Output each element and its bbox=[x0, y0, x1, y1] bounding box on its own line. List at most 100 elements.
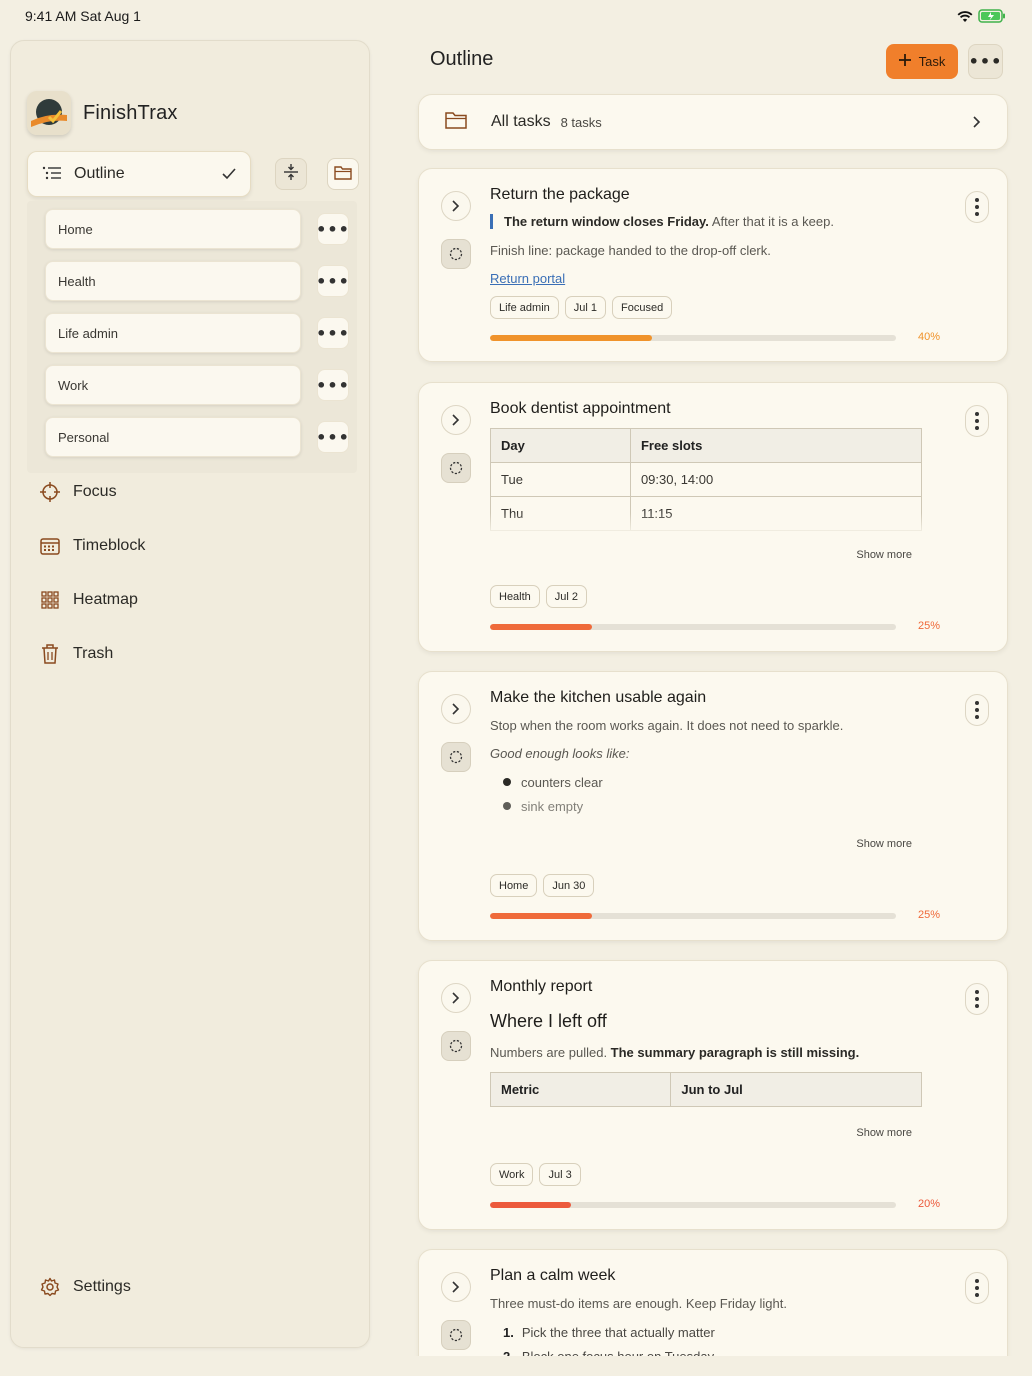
show-more-button[interactable]: Show more bbox=[856, 1127, 912, 1139]
tag-list: Home Jun 30 bbox=[490, 874, 595, 897]
tag[interactable]: Jul 2 bbox=[545, 585, 588, 608]
list-icon bbox=[42, 165, 62, 184]
task-text: Numbers are pulled. The summary paragrap… bbox=[490, 1045, 859, 1060]
status-toggle-button[interactable] bbox=[441, 239, 471, 269]
task-card[interactable]: Monthly report Where I left off Numbers … bbox=[418, 960, 1008, 1230]
task-title: Make the kitchen usable again bbox=[490, 689, 707, 706]
collapse-button[interactable] bbox=[275, 158, 307, 190]
show-more-button[interactable]: Show more bbox=[856, 838, 912, 850]
list-item-text: counters clear bbox=[521, 774, 603, 790]
more-options-button[interactable]: ••• bbox=[968, 44, 1003, 79]
project-more-button[interactable]: ••• bbox=[316, 317, 349, 349]
project-item-life-admin[interactable]: Life admin bbox=[45, 313, 301, 353]
outline-nav-item[interactable]: Outline bbox=[27, 151, 251, 197]
table-header: Day bbox=[490, 428, 631, 463]
crosshair-icon bbox=[39, 481, 61, 503]
add-task-button[interactable]: Task bbox=[886, 44, 958, 79]
dashed-circle-icon bbox=[449, 750, 463, 764]
page-title: Outline bbox=[430, 48, 494, 70]
task-count: 8 tasks bbox=[560, 114, 602, 130]
project-item-home[interactable]: Home bbox=[45, 209, 301, 249]
task-menu-button[interactable] bbox=[965, 1272, 989, 1304]
text-bold: The summary paragraph is still missing. bbox=[610, 1045, 860, 1060]
bullet-icon bbox=[503, 802, 511, 810]
tag-list: Life admin Jul 1 Focused bbox=[490, 296, 673, 319]
progress-bar bbox=[490, 335, 896, 341]
nav-item-heatmap[interactable]: Heatmap bbox=[39, 589, 138, 611]
nav-item-trash[interactable]: Trash bbox=[39, 643, 113, 665]
task-card[interactable]: Make the kitchen usable again Stop when … bbox=[418, 671, 1008, 941]
show-more-button[interactable]: Show more bbox=[856, 549, 912, 561]
progress-label: 40% bbox=[917, 331, 940, 343]
collapse-icon bbox=[282, 163, 300, 185]
project-label: Health bbox=[58, 273, 96, 289]
expand-button[interactable] bbox=[441, 191, 471, 221]
task-card[interactable]: Book dentist appointment Day Free slots T… bbox=[418, 382, 1008, 652]
all-tasks-row[interactable]: All tasks 8 tasks bbox=[418, 94, 1008, 150]
list-item: sink empty bbox=[503, 794, 603, 818]
nav-label: Timeblock bbox=[73, 537, 146, 554]
task-card[interactable]: Return the package The return window clo… bbox=[418, 168, 1008, 362]
expand-button[interactable] bbox=[441, 983, 471, 1013]
bullet-list: counters clear sink empty bbox=[503, 770, 603, 818]
list-item-text: sink empty bbox=[521, 798, 584, 814]
nav-item-focus[interactable]: Focus bbox=[39, 481, 117, 503]
task-menu-button[interactable] bbox=[965, 694, 989, 726]
tag[interactable]: Life admin bbox=[490, 296, 559, 319]
tag[interactable]: Jun 30 bbox=[543, 874, 595, 897]
project-more-button[interactable]: ••• bbox=[316, 213, 349, 245]
sidebar: FinishTrax Outline Home ••• Health ••• L… bbox=[10, 40, 370, 1348]
nav-item-settings[interactable]: Settings bbox=[39, 1276, 131, 1298]
tag[interactable]: Jul 1 bbox=[564, 296, 607, 319]
status-toggle-button[interactable] bbox=[441, 1031, 471, 1061]
list-item: 1. Pick the three that actually matter bbox=[503, 1320, 715, 1344]
all-tasks-label: All tasks bbox=[491, 113, 551, 130]
task-subtitle: Where I left off bbox=[490, 1011, 607, 1031]
tag[interactable]: Jul 3 bbox=[539, 1163, 581, 1186]
chevron-right-icon bbox=[452, 1281, 460, 1293]
checkmark-icon bbox=[222, 165, 236, 184]
table-header: Jun to Jul bbox=[670, 1072, 922, 1107]
new-folder-button[interactable] bbox=[327, 158, 359, 190]
project-item-personal[interactable]: Personal bbox=[45, 417, 301, 457]
progress-bar bbox=[490, 1202, 896, 1208]
chevron-right-icon bbox=[452, 703, 460, 715]
return-portal-link[interactable]: Return portal bbox=[490, 271, 565, 286]
task-menu-button[interactable] bbox=[965, 983, 989, 1015]
app-logo-icon bbox=[27, 91, 71, 135]
status-toggle-button[interactable] bbox=[441, 453, 471, 483]
tag[interactable]: Work bbox=[490, 1163, 534, 1186]
status-toggle-button[interactable] bbox=[441, 1320, 471, 1350]
project-item-health[interactable]: Health bbox=[45, 261, 301, 301]
trash-icon bbox=[39, 643, 61, 665]
text-plain: Numbers are pulled. bbox=[490, 1045, 611, 1060]
task-text: Stop when the room works again. It does … bbox=[490, 718, 844, 733]
nav-label: Trash bbox=[73, 645, 114, 662]
bullet-icon bbox=[503, 778, 511, 786]
task-menu-button[interactable] bbox=[965, 405, 989, 437]
project-item-work[interactable]: Work bbox=[45, 365, 301, 405]
progress-fill bbox=[490, 335, 653, 341]
expand-button[interactable] bbox=[441, 405, 471, 435]
expand-button[interactable] bbox=[441, 694, 471, 724]
expand-button[interactable] bbox=[441, 1272, 471, 1302]
project-label: Personal bbox=[58, 429, 110, 445]
project-more-button[interactable]: ••• bbox=[316, 421, 349, 453]
nav-item-timeblock[interactable]: Timeblock bbox=[39, 535, 145, 557]
grid-icon bbox=[39, 589, 61, 611]
tag[interactable]: Home bbox=[490, 874, 538, 897]
status-toggle-button[interactable] bbox=[441, 742, 471, 772]
task-menu-button[interactable] bbox=[965, 191, 989, 223]
task-title: Monthly report bbox=[490, 978, 593, 995]
battery-icon bbox=[978, 8, 1006, 27]
project-more-button[interactable]: ••• bbox=[316, 369, 349, 401]
tag[interactable]: Health bbox=[490, 585, 540, 608]
progress-label: 25% bbox=[917, 909, 940, 921]
task-title: Plan a calm week bbox=[490, 1267, 616, 1284]
tag-list: Health Jul 2 bbox=[490, 585, 588, 608]
tag[interactable]: Focused bbox=[612, 296, 673, 319]
app-name: FinishTrax bbox=[83, 101, 178, 124]
project-more-button[interactable]: ••• bbox=[316, 265, 349, 297]
chevron-right-icon bbox=[452, 414, 460, 426]
progress-label: 20% bbox=[917, 1198, 940, 1210]
